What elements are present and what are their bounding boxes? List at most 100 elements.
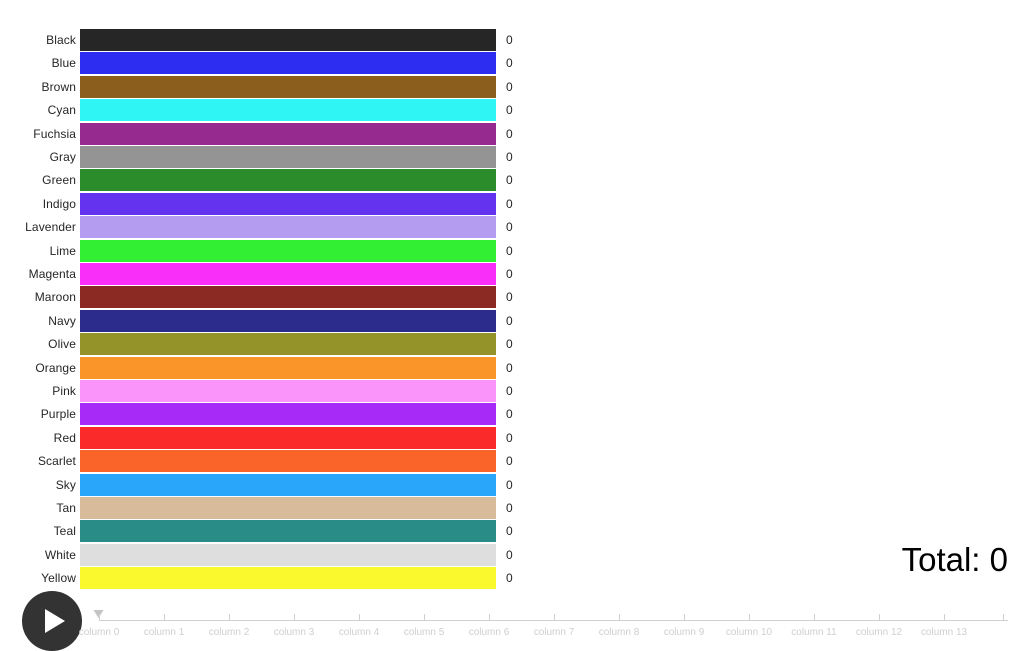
bar-rect <box>80 146 496 168</box>
bar-value-label: 0 <box>506 384 513 398</box>
timeline-tick <box>814 614 815 621</box>
timeline-tick <box>944 614 945 621</box>
bar-value-label: 0 <box>506 430 513 445</box>
bar-value-label: 0 <box>506 524 513 539</box>
bar-rect <box>80 286 496 309</box>
bar-rect <box>80 333 496 356</box>
bar-row: Brown 0 <box>0 75 1020 99</box>
bar-category-label: Green <box>42 173 76 188</box>
timeline-tick <box>489 614 490 621</box>
bar-row: Orange 0 <box>0 356 1020 380</box>
bar-rect <box>80 426 496 449</box>
bar-value-label: 0 <box>506 126 513 141</box>
bar-rect <box>80 75 496 98</box>
bar-row: Lime 0 <box>0 239 1020 263</box>
bar-category-label: Maroon <box>34 290 76 305</box>
bar-rect <box>80 450 496 473</box>
timeline-tick <box>424 614 425 621</box>
bar-category-label: Cyan <box>47 103 76 118</box>
bar-rect <box>80 309 496 332</box>
bar-value-label: 0 <box>506 267 513 281</box>
timeline-tick-label: column 7 <box>533 627 575 638</box>
timeline-tick <box>749 614 750 621</box>
horizontal-bar-chart: Black 0 Blue 0 Brown 0 Cyan 0 Fuchsia 0 Gray 0 Green… <box>0 0 1020 596</box>
timeline-tick-label: column 5 <box>403 627 445 638</box>
timeline-tick <box>99 614 100 621</box>
bar-category-label: Lavender <box>25 220 76 235</box>
bar-category-label: White <box>44 547 76 562</box>
total-readout: Total: 0 <box>901 541 1008 578</box>
timeline-tick-label: column 9 <box>663 627 705 638</box>
bar-value-label: 0 <box>506 313 513 328</box>
bar-category-label: Sky <box>55 477 76 492</box>
bar-row: Fuchsia 0 <box>0 122 1020 146</box>
bar-category-label: Red <box>53 430 76 445</box>
bar-rect <box>80 263 496 285</box>
timeline-tick <box>359 614 360 621</box>
timeline-tick <box>684 614 685 621</box>
bar-category-label: Scarlet <box>37 454 76 469</box>
timeline-tick-label: column 0 <box>78 627 120 638</box>
timeline-slider[interactable]: column 0 column 1 column 2 column 3 column 4… <box>0 596 1020 650</box>
bar-row: Lavender 0 <box>0 216 1020 239</box>
bar-row: Black 0 <box>0 29 1020 52</box>
bar-row: Yellow 0 <box>0 567 1020 590</box>
bar-category-label: Yellow <box>41 571 76 586</box>
bar-rect <box>80 543 496 566</box>
bar-category-label: Tan <box>56 501 76 515</box>
bar-row: Blue 0 <box>0 52 1020 75</box>
bar-value-label: 0 <box>506 196 513 211</box>
bar-category-label: Blue <box>51 56 76 71</box>
bar-value-label: 0 <box>506 243 513 258</box>
bar-value-label: 0 <box>506 477 513 492</box>
timeline-tick-end <box>1003 614 1004 621</box>
timeline-tick-label: column 2 <box>208 627 250 638</box>
bar-row: Indigo 0 <box>0 192 1020 216</box>
timeline-tick-label: column 8 <box>598 627 640 638</box>
bar-category-label: Fuchsia <box>33 126 76 141</box>
timeline-tick-label: column 10 <box>725 627 773 638</box>
bar-row: Navy 0 <box>0 309 1020 333</box>
bar-rect <box>80 192 496 215</box>
timeline-tick <box>164 614 165 621</box>
bar-value-label: 0 <box>506 360 513 375</box>
bar-rect <box>80 497 496 519</box>
timeline-tick <box>229 614 230 621</box>
bar-rect <box>80 380 496 402</box>
bar-value-label: 0 <box>506 33 513 47</box>
bar-value-label: 0 <box>506 337 513 352</box>
bar-rect <box>80 473 496 496</box>
timeline-tick-label: column 13 <box>920 627 968 638</box>
bar-value-label: 0 <box>506 547 513 562</box>
bar-category-label: Black <box>46 33 76 47</box>
bar-value-label: 0 <box>506 220 513 235</box>
timeline-tick <box>294 614 295 621</box>
bar-category-label: Lime <box>49 243 76 258</box>
bar-row: Purple 0 <box>0 403 1020 426</box>
bar-rect <box>80 239 496 262</box>
bar-category-label: Navy <box>48 313 76 328</box>
bar-rect <box>80 169 496 192</box>
timeline-tick <box>554 614 555 621</box>
bar-category-label: Teal <box>53 524 76 539</box>
bar-rect <box>80 99 496 122</box>
bar-row: Red 0 <box>0 426 1020 450</box>
bar-category-label: Brown <box>41 79 76 94</box>
bar-rect <box>80 403 496 426</box>
bar-value-label: 0 <box>506 173 513 188</box>
bar-row: Sky 0 <box>0 473 1020 497</box>
bar-rect <box>80 356 496 379</box>
timeline-tick <box>619 614 620 621</box>
bar-row: Gray 0 <box>0 146 1020 169</box>
bar-value-label: 0 <box>506 571 513 586</box>
timeline-tick-label: column 4 <box>338 627 380 638</box>
bar-category-label: Orange <box>35 360 76 375</box>
bar-category-label: Gray <box>49 150 76 164</box>
timeline-tick-label: column 11 <box>791 627 837 638</box>
bar-row: Magenta 0 <box>0 263 1020 286</box>
timeline-tick <box>879 614 880 621</box>
bar-value-label: 0 <box>506 290 513 305</box>
bar-chart-race-app: Black 0 Blue 0 Brown 0 Cyan 0 Fuchsia 0 Gray 0 Green… <box>0 0 1020 651</box>
timeline-tick-label: column 6 <box>468 627 510 638</box>
bar-row: Maroon 0 <box>0 286 1020 309</box>
